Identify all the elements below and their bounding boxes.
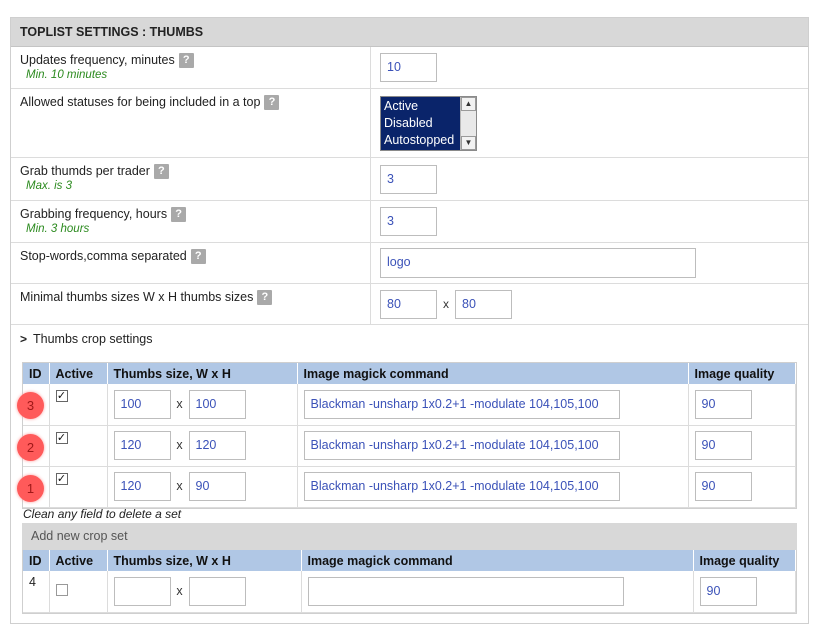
size-separator: x [176,478,183,493]
col-command: Image magick command [301,550,694,571]
col-size: Thumbs size, W x H [107,550,302,571]
size-separator: x [176,583,183,598]
size-separator: x [443,297,449,311]
help-icon[interactable]: ? [178,53,194,69]
setting-label: Grabbing frequency, hours [20,207,168,221]
new-table-row: 4 x 90 [23,571,796,613]
new-quality-input[interactable]: 90 [699,576,757,606]
help-icon[interactable]: ? [171,207,187,223]
setting-hint: Min. 10 minutes [26,69,108,82]
crop-width-input[interactable]: 120 [113,472,171,501]
setting-label: Updates frequency, minutes [20,53,175,67]
status-option-disabled[interactable]: Disabled [381,115,460,132]
crop-width-input[interactable]: 120 [113,431,171,460]
new-crop-table: ID Active Thumbs size, W x H Image magic… [22,550,797,614]
col-quality: Image quality [688,363,796,384]
allowed-statuses-select[interactable]: Active Disabled Autostopped ▲ ▼ [380,96,477,151]
chevron-right-icon: > [20,332,28,346]
crop-height-input[interactable]: 120 [188,431,246,460]
size-separator: x [176,437,183,452]
stop-words-input[interactable]: logo [380,248,696,278]
col-quality: Image quality [693,550,796,571]
new-magick-command-input[interactable] [307,576,624,606]
id-badge: 2 [17,433,44,461]
setting-row-grabbing-frequency: Grabbing frequency, hours? Min. 3 hours … [11,201,808,243]
magick-command-input[interactable]: Blackman -unsharp 1x0.2+1 -modulate 104,… [303,472,620,501]
setting-label: Grab thumds per trader [20,164,150,178]
crop-width-input[interactable]: 100 [113,389,171,419]
col-size: Thumbs size, W x H [107,363,298,384]
magick-command-input[interactable]: Blackman -unsharp 1x0.2+1 -modulate 104,… [303,431,620,460]
crop-table: ID Active Thumbs size, W x H Image magic… [17,362,797,509]
grab-thumbs-input[interactable]: 3 [380,164,437,194]
min-height-input[interactable]: 80 [455,289,512,319]
help-icon[interactable]: ? [257,290,273,306]
table-row: 1 ✓ 120 x 90 Blackman -unsharp 1x0.2+1 -mo… [17,466,796,508]
quality-input[interactable]: 90 [694,389,752,419]
grabbing-frequency-input[interactable]: 3 [380,207,437,236]
setting-row-grab-thumbs: Grab thumds per trader? Max. is 3 3 [11,158,808,201]
setting-hint: Max. is 3 [26,180,73,193]
scroll-up-icon[interactable]: ▲ [461,97,476,111]
setting-label: Minimal thumbs sizes W x H thumbs sizes [20,290,254,304]
quality-input[interactable]: 90 [694,431,752,460]
new-active-checkbox[interactable] [55,583,68,596]
help-icon[interactable]: ? [190,249,206,265]
status-option-active[interactable]: Active [381,98,460,115]
col-id: ID [23,363,50,384]
panel-title: TOPLIST SETTINGS : THUMBS [11,18,808,47]
active-checkbox[interactable]: ✓ [55,431,68,444]
col-active: Active [49,550,108,571]
help-icon[interactable]: ? [153,164,169,180]
crop-height-input[interactable]: 90 [188,472,246,501]
setting-label: Stop-words,comma separated [20,249,187,263]
setting-row-allowed-statuses: Allowed statuses for being included in a… [11,89,808,158]
table-row: 3 ✓ 100 x 100 Blackman -unsharp 1x0.2+1 -m… [17,384,796,426]
min-width-input[interactable]: 80 [380,289,437,319]
magick-command-input[interactable]: Blackman -unsharp 1x0.2+1 -modulate 104,… [303,389,620,419]
new-id-cell: 4 [23,571,50,613]
active-checkbox[interactable]: ✓ [55,472,68,485]
status-option-autostopped[interactable]: Autostopped [381,132,460,149]
quality-input[interactable]: 90 [694,472,752,501]
active-checkbox[interactable]: ✓ [55,390,68,402]
scroll-down-icon[interactable]: ▼ [461,136,476,150]
listbox-scrollbar[interactable]: ▲ ▼ [460,97,476,150]
setting-row-stop-words: Stop-words,comma separated? logo [11,243,808,284]
toplist-settings-panel: TOPLIST SETTINGS : THUMBS Updates freque… [10,17,809,624]
setting-row-updates-frequency: Updates frequency, minutes? Min. 10 minu… [11,47,808,89]
add-crop-set-title: Add new crop set [22,523,797,550]
clean-note: Clean any field to delete a set [23,507,182,521]
col-id: ID [23,550,50,571]
id-badge: 3 [17,392,44,419]
help-icon[interactable]: ? [264,95,280,111]
setting-label: Allowed statuses for being included in a… [20,95,261,109]
col-active: Active [49,363,108,384]
crop-height-input[interactable]: 100 [188,389,246,419]
setting-row-minimal-sizes: Minimal thumbs sizes W x H thumbs sizes?… [11,284,808,325]
table-row: 2 ✓ 120 x 120 Blackman -unsharp 1x0.2+1 -m… [17,425,796,467]
col-command: Image magick command [297,363,689,384]
id-badge: 1 [17,474,44,502]
updates-frequency-input[interactable]: 10 [380,53,437,82]
setting-hint: Min. 3 hours [26,223,90,236]
size-separator: x [176,396,183,411]
crop-settings-title: Thumbs crop settings [33,332,153,346]
new-height-input[interactable] [188,576,246,606]
crop-settings-toggle[interactable]: > Thumbs crop settings [11,325,808,353]
new-width-input[interactable] [113,576,171,606]
